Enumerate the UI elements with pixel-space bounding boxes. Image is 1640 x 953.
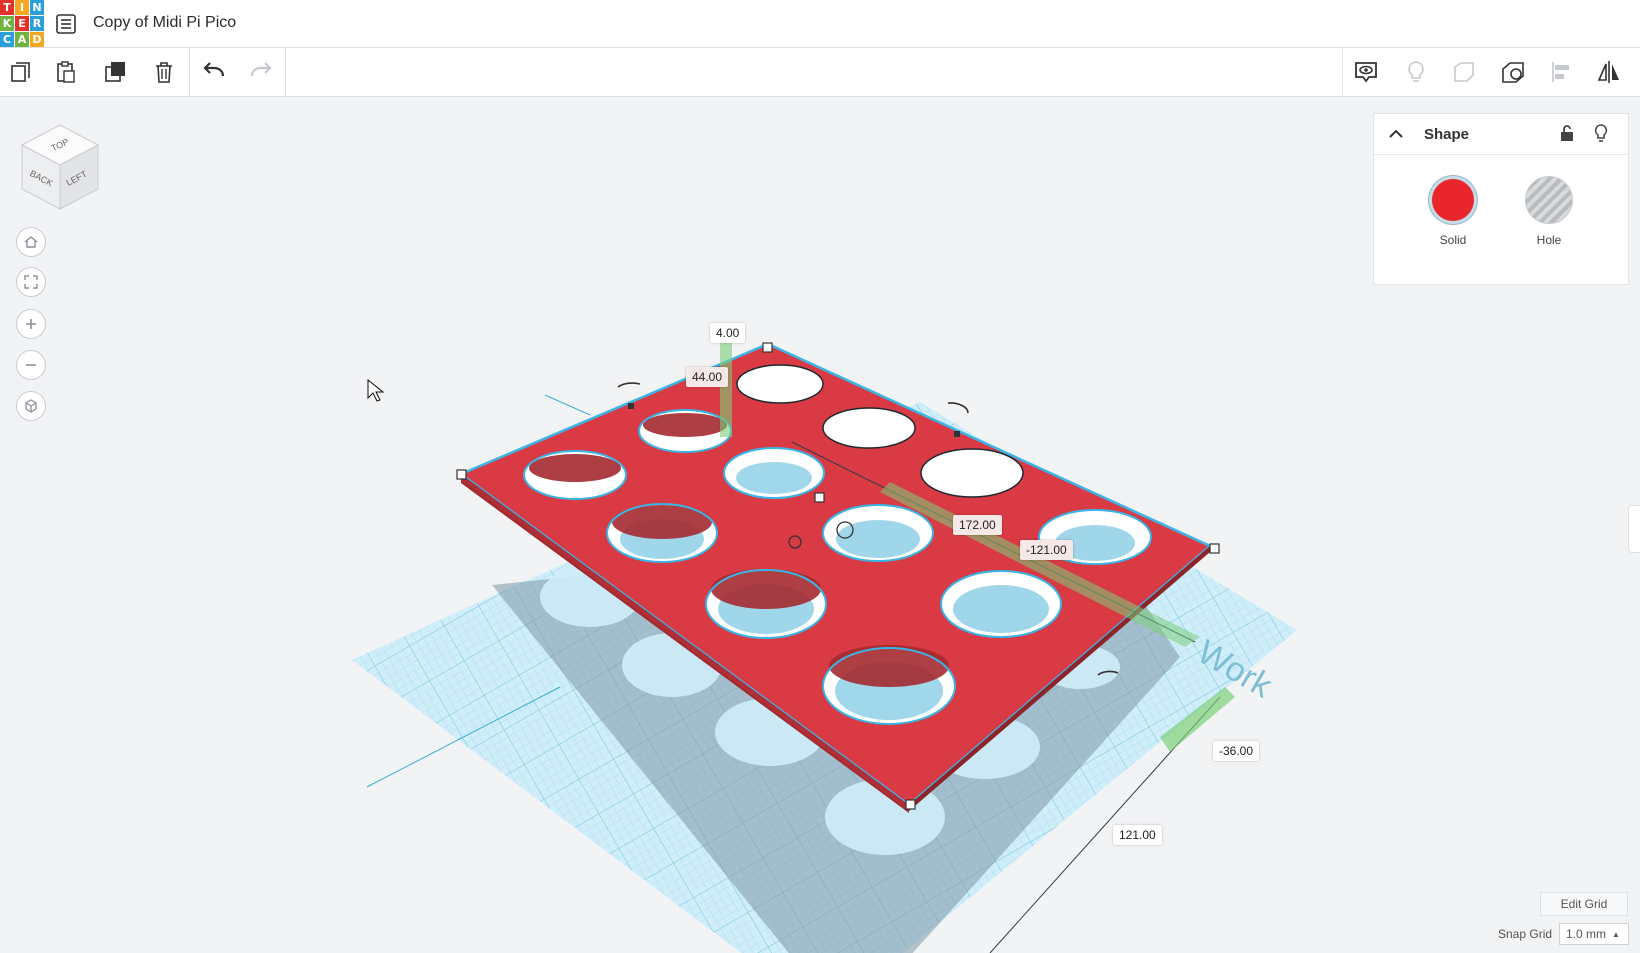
mirror-icon[interactable] — [1593, 56, 1625, 88]
logo-letter: K — [0, 16, 14, 31]
inspector-header: Shape — [1374, 114, 1628, 155]
logo-letter: E — [15, 16, 29, 31]
solid-label: Solid — [1439, 233, 1467, 247]
mouse-cursor — [367, 378, 385, 402]
logo-letter: N — [30, 0, 44, 15]
delete-icon[interactable] — [148, 56, 180, 88]
home-view-icon[interactable] — [16, 227, 46, 257]
perspective-icon[interactable] — [16, 391, 46, 421]
logo-letter: R — [30, 16, 44, 31]
tinkercad-logo[interactable]: T I N K E R C A D — [0, 0, 44, 47]
lock-icon[interactable] — [1557, 123, 1577, 143]
elevation-dimension[interactable]: 44.00 — [686, 367, 729, 387]
show-notes-icon[interactable] — [1350, 56, 1382, 88]
undo-icon[interactable] — [198, 56, 230, 88]
shape-inspector-panel: Shape Solid Hole — [1373, 113, 1629, 285]
x-offset-dimension[interactable]: -121.00 — [1020, 540, 1073, 560]
edit-grid-button[interactable]: Edit Grid — [1540, 892, 1628, 916]
snap-grid-value: 1.0 mm — [1566, 927, 1607, 941]
solid-color-swatch[interactable] — [1429, 176, 1477, 224]
duplicate-icon[interactable] — [100, 56, 132, 88]
logo-letter: T — [0, 0, 14, 15]
hole-label: Hole — [1536, 233, 1562, 247]
collapse-chevron-icon[interactable] — [1386, 124, 1406, 144]
width-dimension[interactable]: 121.00 — [1113, 825, 1162, 845]
toolbar — [0, 48, 1640, 97]
app-header: T I N K E R C A D Copy of Midi Pi Pico — [0, 0, 1640, 48]
logo-letter: I — [15, 0, 29, 15]
paste-icon[interactable] — [50, 56, 82, 88]
logo-letter: A — [15, 32, 29, 47]
design-list-icon[interactable] — [55, 13, 77, 35]
shapes-panel-toggle[interactable] — [1628, 505, 1640, 553]
align-icon[interactable] — [1546, 56, 1578, 88]
logo-letter: C — [0, 32, 14, 47]
inspector-title: Shape — [1424, 126, 1470, 143]
redo-icon[interactable] — [245, 56, 277, 88]
length-dimension[interactable]: 172.00 — [953, 515, 1002, 535]
copy-icon[interactable] — [5, 56, 37, 88]
height-dimension[interactable]: 4.00 — [710, 323, 746, 343]
fit-view-icon[interactable] — [16, 267, 46, 297]
zoom-in-icon[interactable] — [16, 309, 46, 339]
zoom-out-icon[interactable] — [16, 350, 46, 380]
view-cube[interactable]: TOP BACK LEFT — [18, 121, 102, 218]
y-offset-dimension[interactable]: -36.00 — [1213, 741, 1260, 761]
design-title[interactable]: Copy of Midi Pi Pico — [93, 14, 236, 32]
snap-grid-select[interactable]: 1.0 mm ▲ — [1559, 923, 1629, 945]
visibility-light-icon[interactable] — [1591, 123, 1611, 143]
logo-letter: D — [30, 32, 44, 47]
snap-grid-label: Snap Grid — [1498, 927, 1553, 941]
caret-up-icon: ▲ — [1612, 929, 1620, 939]
light-icon[interactable] — [1400, 56, 1432, 88]
hole-swatch[interactable] — [1525, 176, 1573, 224]
shapes-icon[interactable] — [1448, 56, 1480, 88]
workplane-icon[interactable] — [1497, 56, 1529, 88]
